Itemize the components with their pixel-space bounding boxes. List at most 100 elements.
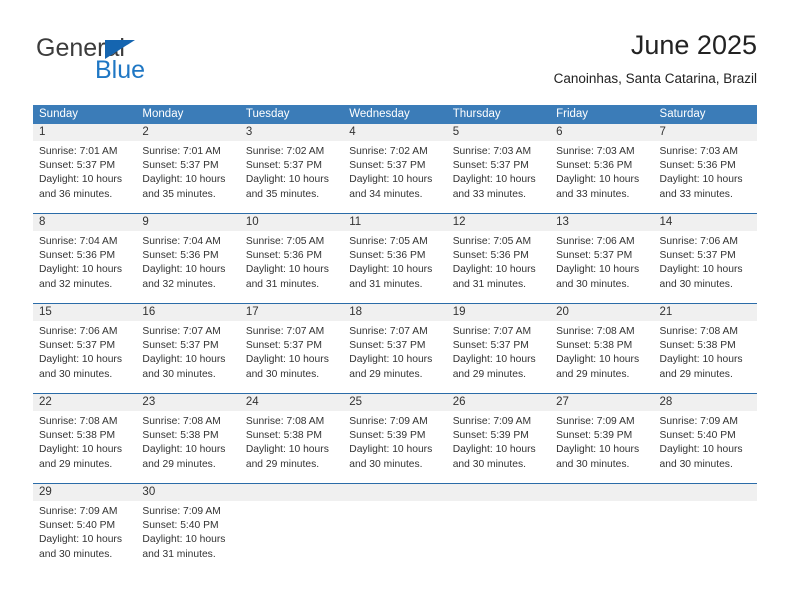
day-details: Sunrise: 7:05 AM Sunset: 5:36 PM Daylight:… (240, 231, 343, 292)
day-details: Sunrise: 7:07 AM Sunset: 5:37 PM Daylight:… (447, 321, 550, 382)
weekday-header-friday: Friday (556, 108, 589, 120)
day-cell[interactable]: 18 Sunrise: 7:07 AM Sunset: 5:37 PM Dayligh… (343, 304, 447, 393)
weekday-header-saturday: Saturday (659, 108, 706, 120)
daylight-text-line2: and 31 minutes. (245, 278, 320, 290)
day-details: Sunrise: 7:09 AM Sunset: 5:39 PM Daylight:… (343, 411, 446, 472)
day-number: 27 (550, 394, 654, 411)
weekday-header-row: Sunday Monday Tuesday Wednesday Thursday… (33, 105, 757, 124)
day-cell[interactable]: 21 Sunrise: 7:08 AM Sunset: 5:38 PM Dayligh… (653, 304, 757, 393)
sunset-text: Sunset: 5:36 PM (39, 250, 116, 262)
day-details: Sunrise: 7:09 AM Sunset: 5:40 PM Daylight:… (33, 501, 136, 562)
daylight-text-line2: and 30 minutes. (349, 458, 423, 470)
weekday-header-sunday: Sunday (39, 108, 79, 120)
daylight-text-line1: Daylight: 10 hours (245, 174, 329, 186)
day-cell[interactable]: 5 Sunrise: 7:03 AM Sunset: 5:37 PM Daylight… (446, 124, 551, 213)
sunset-text: Sunset: 5:40 PM (142, 520, 219, 532)
day-details: Sunrise: 7:05 AM Sunset: 5:36 PM Daylight:… (447, 231, 550, 292)
daylight-text-line1: Daylight: 10 hours (349, 174, 433, 186)
day-cell[interactable]: 4 Sunrise: 7:02 AM Sunset: 5:37 PM Daylight… (343, 124, 447, 213)
daylight-text-line2: and 30 minutes. (452, 458, 526, 470)
day-cell[interactable]: 24 Sunrise: 7:08 AM Sunset: 5:38 PM Dayligh… (239, 394, 344, 483)
day-number: 3 (239, 124, 344, 141)
sunset-text: Sunset: 5:37 PM (39, 340, 116, 352)
day-number: 20 (550, 304, 654, 321)
sunrise-text: Sunrise: 7:03 AM (556, 146, 635, 157)
day-details: Sunrise: 7:06 AM Sunset: 5:37 PM Daylight:… (550, 231, 653, 292)
calendar-page: General Blue June 2025 Canoinhas, Santa … (0, 0, 792, 612)
sunset-text: Sunset: 5:38 PM (659, 340, 736, 352)
sunrise-text: Sunrise: 7:08 AM (245, 416, 325, 427)
day-cell[interactable]: 30 Sunrise: 7:09 AM Sunset: 5:40 PM Dayligh… (136, 484, 240, 573)
sunrise-text: Sunrise: 7:09 AM (659, 416, 738, 427)
sunset-text: Sunset: 5:36 PM (556, 160, 633, 172)
sunrise-text: Sunrise: 7:08 AM (142, 416, 221, 427)
daylight-text-line2: and 31 minutes. (349, 278, 423, 290)
daylight-text-line1: Daylight: 10 hours (452, 264, 536, 276)
day-cell[interactable]: 25 Sunrise: 7:09 AM Sunset: 5:39 PM Dayligh… (343, 394, 447, 483)
weekday-header-wednesday: Wednesday (349, 108, 410, 120)
day-cell[interactable]: 7 Sunrise: 7:03 AM Sunset: 5:36 PM Daylight… (653, 124, 757, 213)
day-cell[interactable]: 17 Sunrise: 7:07 AM Sunset: 5:37 PM Dayligh… (239, 304, 344, 393)
sunset-text: Sunset: 5:37 PM (452, 340, 529, 352)
day-cell[interactable]: 22 Sunrise: 7:08 AM Sunset: 5:38 PM Dayligh… (33, 394, 137, 483)
daylight-text-line2: and 29 minutes. (39, 458, 113, 470)
page-subtitle: Canoinhas, Santa Catarina, Brazil (553, 71, 757, 86)
day-number: 25 (343, 394, 447, 411)
sunset-text: Sunset: 5:37 PM (659, 250, 736, 262)
day-cell[interactable]: 16 Sunrise: 7:07 AM Sunset: 5:37 PM Dayligh… (136, 304, 240, 393)
daylight-text-line2: and 30 minutes. (39, 548, 113, 560)
day-number: 24 (239, 394, 344, 411)
day-cell[interactable]: 15 Sunrise: 7:06 AM Sunset: 5:37 PM Dayligh… (33, 304, 137, 393)
daylight-text-line2: and 33 minutes. (659, 188, 733, 200)
day-cell[interactable]: 3 Sunrise: 7:02 AM Sunset: 5:37 PM Daylight… (239, 124, 344, 213)
week-row-inner: 22 Sunrise: 7:08 AM Sunset: 5:38 PM Dayligh… (33, 394, 757, 483)
day-cell[interactable]: 6 Sunrise: 7:03 AM Sunset: 5:36 PM Daylight… (550, 124, 654, 213)
day-details: Sunrise: 7:03 AM Sunset: 5:36 PM Daylight:… (550, 141, 653, 202)
sunset-text: Sunset: 5:37 PM (39, 160, 116, 172)
day-cell[interactable]: 10 Sunrise: 7:05 AM Sunset: 5:36 PM Dayligh… (239, 214, 344, 303)
sunrise-text: Sunrise: 7:04 AM (39, 236, 118, 247)
day-details: Sunrise: 7:01 AM Sunset: 5:37 PM Daylight:… (33, 141, 136, 202)
sunset-text: Sunset: 5:38 PM (556, 340, 633, 352)
day-cell[interactable]: 13 Sunrise: 7:06 AM Sunset: 5:37 PM Dayligh… (550, 214, 654, 303)
daylight-text-line1: Daylight: 10 hours (245, 354, 329, 366)
day-cell[interactable]: 28 Sunrise: 7:09 AM Sunset: 5:40 PM Dayligh… (653, 394, 757, 483)
day-cell[interactable]: 29 Sunrise: 7:09 AM Sunset: 5:40 PM Dayligh… (33, 484, 137, 573)
day-cell[interactable]: 26 Sunrise: 7:09 AM Sunset: 5:39 PM Dayligh… (446, 394, 551, 483)
daylight-text-line1: Daylight: 10 hours (556, 174, 640, 186)
day-cell[interactable]: 14 Sunrise: 7:06 AM Sunset: 5:37 PM Dayligh… (653, 214, 757, 303)
day-cell[interactable]: 9 Sunrise: 7:04 AM Sunset: 5:36 PM Daylight… (136, 214, 240, 303)
sunrise-text: Sunrise: 7:01 AM (39, 146, 118, 157)
daylight-text-line1: Daylight: 10 hours (659, 264, 743, 276)
daylight-text-line1: Daylight: 10 hours (39, 174, 122, 186)
daylight-text-line1: Daylight: 10 hours (452, 174, 536, 186)
day-cell[interactable]: 23 Sunrise: 7:08 AM Sunset: 5:38 PM Dayligh… (136, 394, 240, 483)
day-details (447, 501, 550, 505)
day-cell[interactable]: 27 Sunrise: 7:09 AM Sunset: 5:39 PM Dayligh… (550, 394, 654, 483)
sunset-text: Sunset: 5:37 PM (556, 250, 633, 262)
day-details (654, 501, 757, 505)
sunrise-text: Sunrise: 7:09 AM (142, 506, 221, 517)
daylight-text-line2: and 30 minutes. (556, 278, 630, 290)
daylight-text-line1: Daylight: 10 hours (142, 174, 226, 186)
daylight-text-line2: and 36 minutes. (39, 188, 113, 200)
daylight-text-line1: Daylight: 10 hours (349, 354, 433, 366)
day-number: 2 (136, 124, 240, 141)
day-number: 21 (653, 304, 757, 321)
day-cell[interactable]: 1 Sunrise: 7:01 AM Sunset: 5:37 PM Daylight… (33, 124, 137, 213)
day-cell[interactable]: 8 Sunrise: 7:04 AM Sunset: 5:36 PM Daylight… (33, 214, 137, 303)
general-blue-logo[interactable]: General Blue (33, 34, 233, 92)
sunset-text: Sunset: 5:37 PM (349, 340, 426, 352)
day-cell[interactable]: 20 Sunrise: 7:08 AM Sunset: 5:38 PM Dayligh… (550, 304, 654, 393)
daylight-text-line2: and 33 minutes. (452, 188, 526, 200)
day-cell[interactable]: 19 Sunrise: 7:07 AM Sunset: 5:37 PM Dayligh… (446, 304, 551, 393)
daylight-text-line1: Daylight: 10 hours (349, 444, 433, 456)
day-details: Sunrise: 7:01 AM Sunset: 5:37 PM Daylight:… (136, 141, 239, 202)
daylight-text-line2: and 29 minutes. (659, 368, 733, 380)
day-cell[interactable]: 2 Sunrise: 7:01 AM Sunset: 5:37 PM Daylight… (136, 124, 240, 213)
day-cell[interactable]: 11 Sunrise: 7:05 AM Sunset: 5:36 PM Dayligh… (343, 214, 447, 303)
daylight-text-line2: and 30 minutes. (245, 368, 320, 380)
day-cell-empty (446, 484, 551, 573)
day-number: 1 (33, 124, 137, 141)
day-cell[interactable]: 12 Sunrise: 7:05 AM Sunset: 5:36 PM Dayligh… (446, 214, 551, 303)
